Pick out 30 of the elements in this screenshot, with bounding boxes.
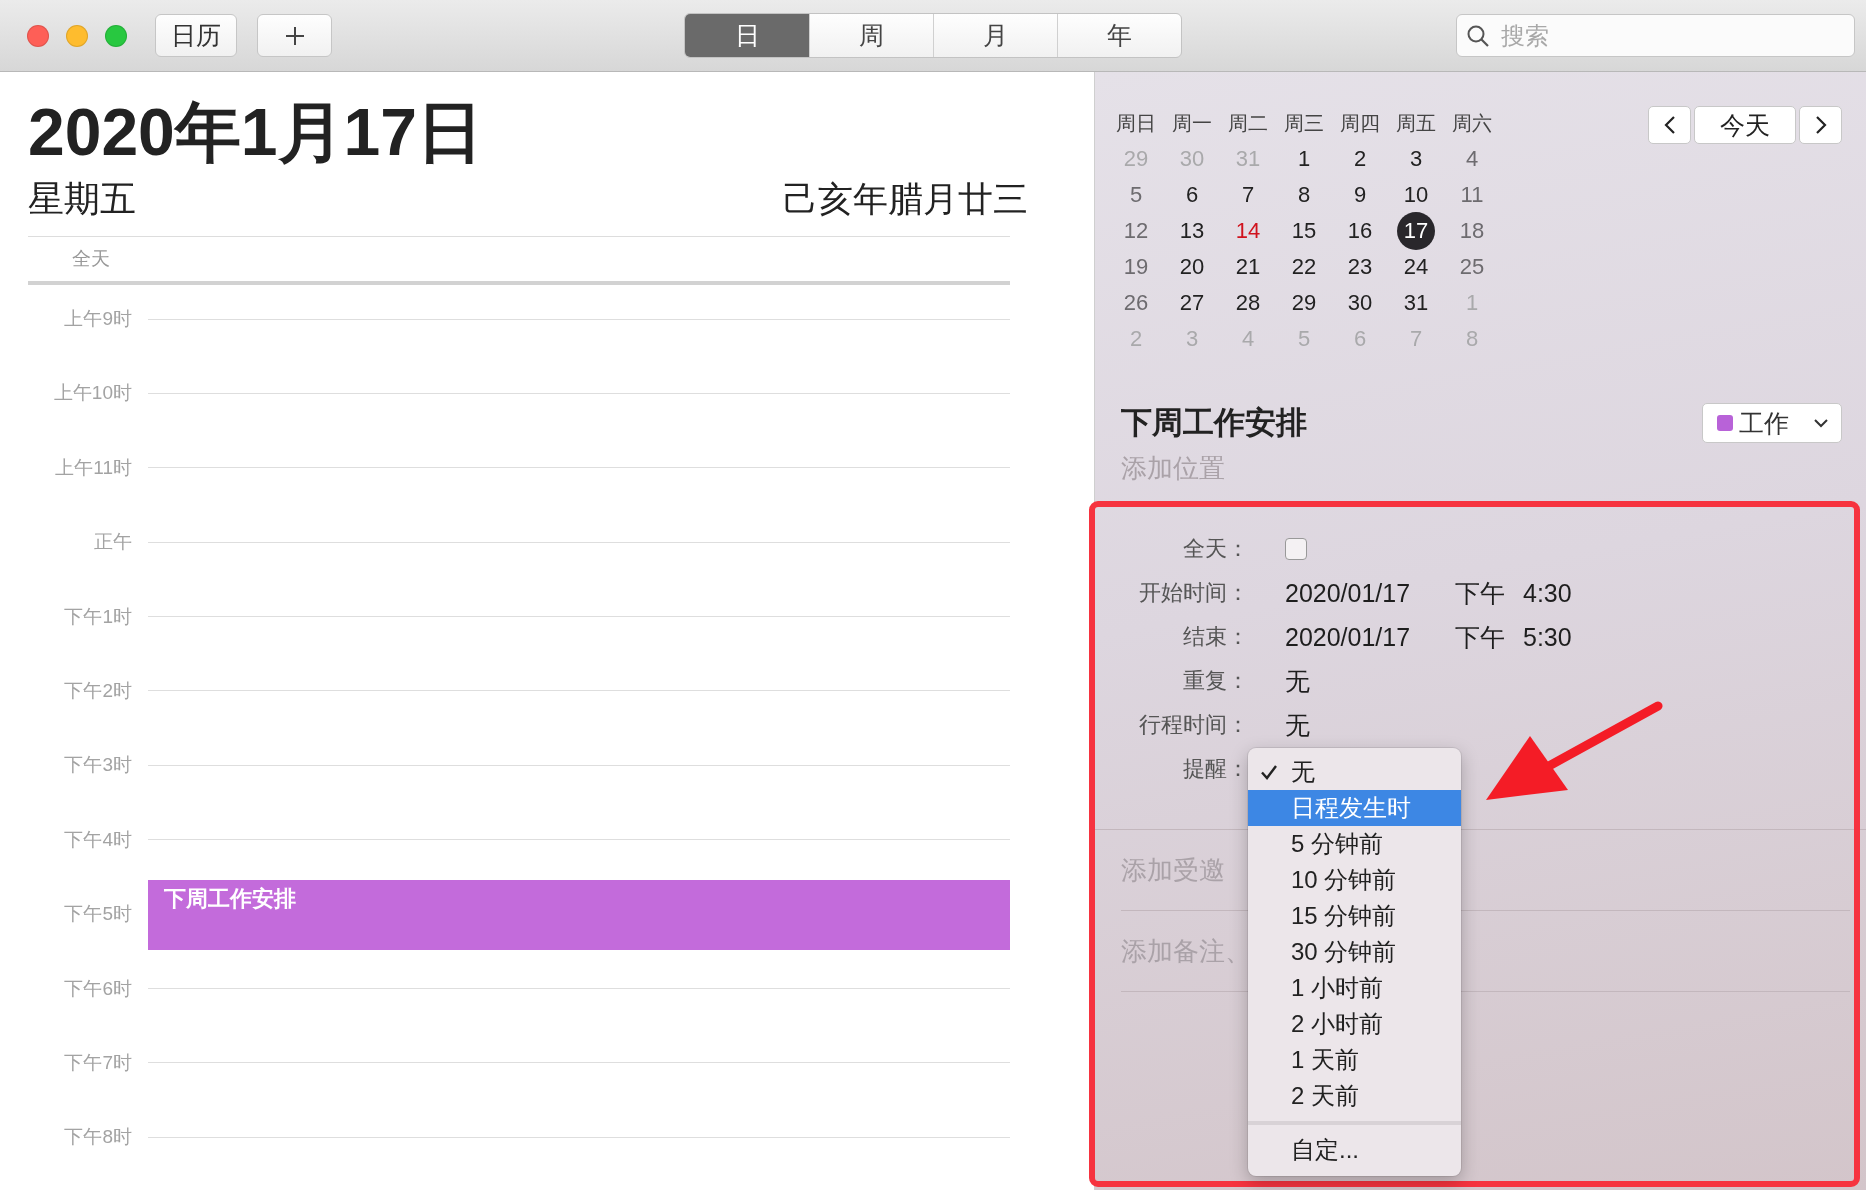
hour-label: 上午9时 — [63, 307, 132, 331]
all-day-label: 全天 — [71, 247, 111, 271]
hour-label: 下午2时 — [63, 678, 132, 703]
date-title: 2020年1月17日 — [28, 94, 484, 171]
weekday-label: 星期五 — [28, 176, 136, 221]
hour-label: 下午5时 — [63, 902, 132, 927]
hour-label: 上午11时 — [54, 455, 132, 480]
lunar-date: 己亥年腊月廿三 — [783, 177, 1028, 220]
weekday-heading: 周四 — [1339, 110, 1381, 136]
weekday-heading: 周三 — [1283, 110, 1325, 136]
field-label: 重复： — [1182, 667, 1249, 695]
field-label: 提醒： — [1182, 755, 1249, 783]
hour-label: 上午10时 — [52, 381, 132, 406]
hour-label: 下午6时 — [63, 976, 132, 1001]
weekday-heading: 周一 — [1171, 110, 1213, 136]
hour-label: 下午1时 — [63, 604, 132, 629]
calendar-name: 工作 — [1739, 407, 1789, 439]
weekday-heading: 周日 — [1115, 110, 1157, 136]
hour-label: 正午 — [93, 530, 132, 555]
field-label: 结束： — [1182, 623, 1249, 651]
hour-label: 下午8时 — [63, 1125, 132, 1150]
field-label: 全天： — [1182, 535, 1249, 563]
hour-label: 下午7时 — [63, 1050, 132, 1075]
weekday-heading: 周五 — [1395, 110, 1437, 136]
weekday-heading: 周二 — [1227, 110, 1269, 136]
weekday-heading: 周六 — [1451, 110, 1493, 136]
hour-label: 下午4时 — [63, 827, 132, 852]
hour-label: 下午3时 — [63, 753, 132, 778]
field-label: 开始时间： — [1138, 579, 1249, 607]
field-label: 行程时间： — [1138, 711, 1249, 739]
